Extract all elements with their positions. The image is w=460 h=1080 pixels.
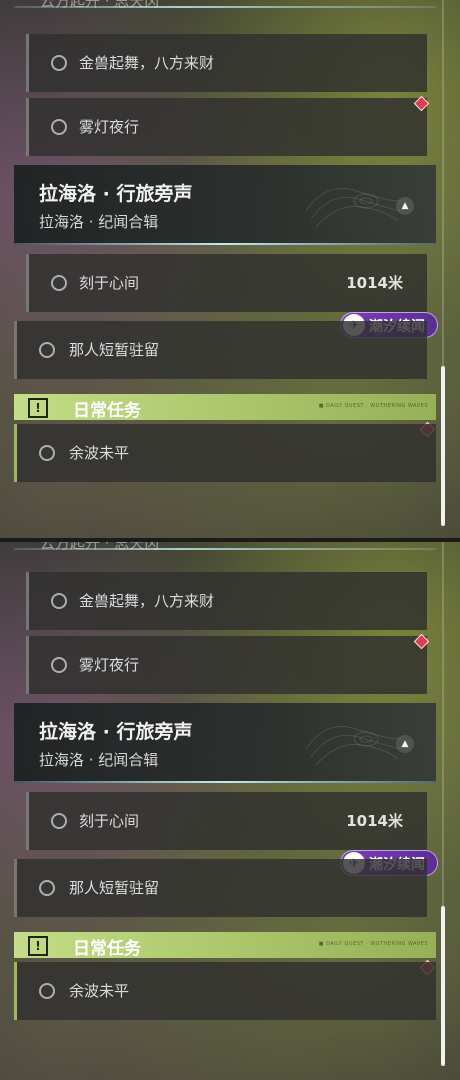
quest-item-golden-beast[interactable]: 金兽起舞，八方来财: [26, 34, 427, 92]
quest-item-label: 那人短暂驻留: [69, 341, 160, 359]
exclamation-icon: !: [28, 936, 48, 956]
quest-item-golden-beast[interactable]: 金兽起舞，八方来财: [26, 572, 427, 630]
quest-status-circle-icon: [51, 593, 67, 609]
quest-status-circle-icon: [51, 813, 67, 829]
quest-group-title: 拉海洛 · 行旅旁声: [39, 721, 193, 743]
quest-group-card[interactable]: 拉海洛 · 行旅旁声 拉海洛 · 纪闻合辑 ▲: [14, 165, 436, 245]
quest-status-circle-icon: [39, 880, 55, 896]
daily-quest-caption: ■ DAILY QUEST · WUTHERING WAVES: [318, 941, 428, 947]
quest-item-label: 金兽起舞，八方来财: [79, 592, 215, 610]
quest-status-circle-icon: [51, 275, 67, 291]
contour-map-icon: [305, 726, 402, 766]
quest-group-card[interactable]: 拉海洛 · 行旅旁声 拉海洛 · 纪闻合辑 ▲: [14, 703, 436, 783]
daily-quest-title: 日常任务: [73, 401, 141, 421]
daily-quest-header[interactable]: ! 日常任务 ■ DAILY QUEST · WUTHERING WAVES: [14, 394, 436, 421]
quest-item-label: 金兽起舞，八方来财: [79, 54, 215, 72]
collapse-arrow-icon[interactable]: ▲: [396, 197, 414, 215]
quest-card-glow-line: [14, 6, 436, 8]
quest-status-circle-icon: [39, 342, 55, 358]
quest-status-circle-icon: [51, 119, 67, 135]
quest-item-label: 雾灯夜行: [79, 656, 140, 674]
quest-item-label: 余波未平: [69, 982, 130, 1000]
quest-card-glow-line: [14, 548, 436, 550]
quest-item-fog-lantern[interactable]: 雾灯夜行: [26, 636, 427, 694]
daily-quest-item[interactable]: 余波未平: [14, 424, 436, 482]
quest-status-circle-icon: [51, 55, 67, 71]
quest-item-carved-heart[interactable]: 刻于心间 1014米: [26, 792, 427, 850]
quest-item-label: 那人短暂驻留: [69, 879, 160, 897]
quest-panel: 云方起开 · 思天冈 金兽起舞，八方来财 雾灯夜行 拉海洛 · 行旅旁声 拉海洛…: [0, 542, 460, 1080]
scrollbar-thumb[interactable]: [441, 906, 445, 1066]
quest-group-subtitle: 拉海洛 · 纪闻合辑: [39, 213, 159, 231]
quest-group-subtitle: 拉海洛 · 纪闻合辑: [39, 751, 159, 769]
exclamation-icon: !: [28, 398, 48, 418]
daily-quest-caption: ■ DAILY QUEST · WUTHERING WAVES: [318, 403, 428, 409]
quest-item-label: 刻于心间: [79, 812, 140, 830]
contour-map-icon: [305, 188, 402, 228]
collapse-arrow-icon[interactable]: ▲: [396, 735, 414, 753]
daily-quest-item[interactable]: 余波未平: [14, 962, 436, 1020]
quest-distance: 1014米: [346, 274, 403, 292]
quest-status-circle-icon: [51, 657, 67, 673]
quest-item-brief-stay[interactable]: 那人短暂驻留: [14, 321, 427, 379]
quest-item-label: 余波未平: [69, 444, 130, 462]
quest-panel: 云方起开 · 思天冈 金兽起舞，八方来财 雾灯夜行 拉海洛 · 行旅旁声 拉海洛…: [0, 0, 460, 538]
daily-quest-title: 日常任务: [73, 939, 141, 959]
quest-item-label: 刻于心间: [79, 274, 140, 292]
quest-group-title: 拉海洛 · 行旅旁声: [39, 183, 193, 205]
quest-distance: 1014米: [346, 812, 403, 830]
scrollbar-thumb[interactable]: [441, 366, 445, 526]
quest-status-circle-icon: [39, 983, 55, 999]
daily-quest-header[interactable]: ! 日常任务 ■ DAILY QUEST · WUTHERING WAVES: [14, 932, 436, 959]
quest-status-circle-icon: [39, 445, 55, 461]
quest-card-glow-line: [14, 781, 436, 783]
quest-item-label: 雾灯夜行: [79, 118, 140, 136]
quest-item-fog-lantern[interactable]: 雾灯夜行: [26, 98, 427, 156]
quest-card-glow-line: [14, 243, 436, 245]
quest-item-carved-heart[interactable]: 刻于心间 1014米: [26, 254, 427, 312]
quest-item-brief-stay[interactable]: 那人短暂驻留: [14, 859, 427, 917]
